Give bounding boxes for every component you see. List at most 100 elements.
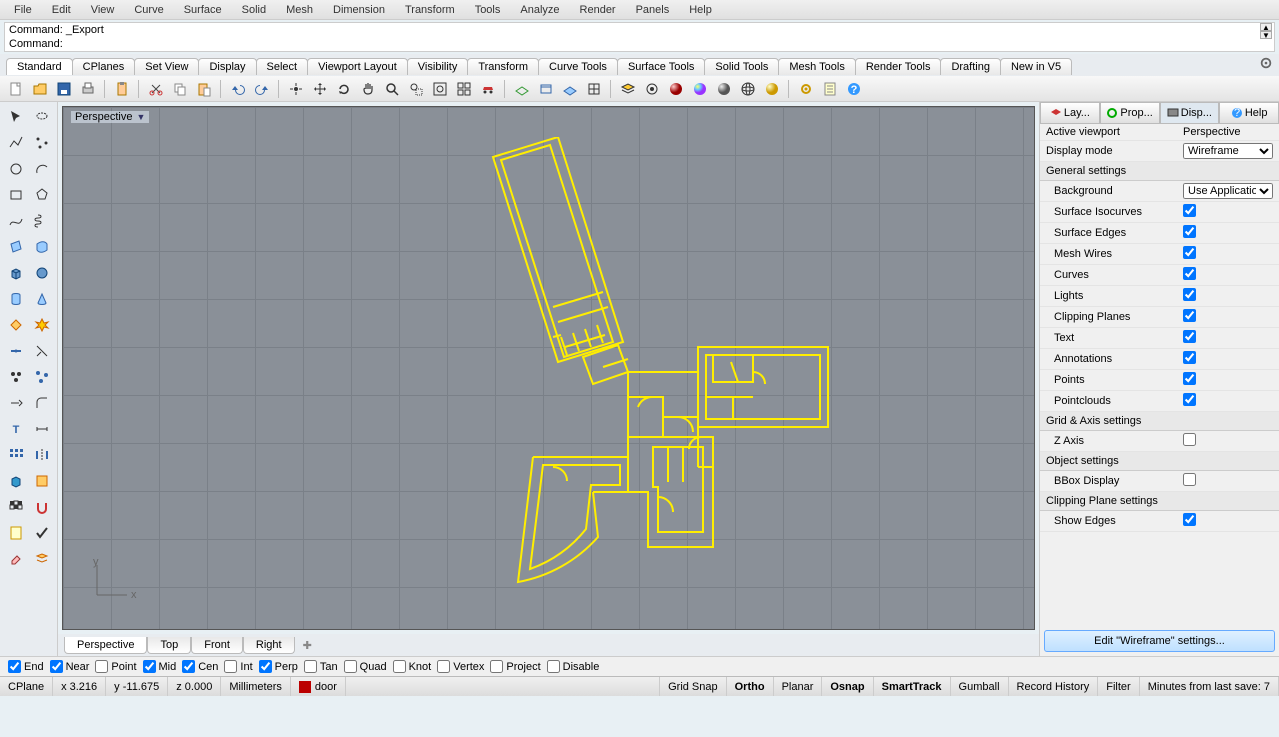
viewport-tab-right[interactable]: Right [243,637,295,654]
pan-icon[interactable] [358,79,378,99]
menu-analyze[interactable]: Analyze [510,2,569,18]
background-select[interactable]: Use Application S... [1183,183,1273,199]
tab-drafting[interactable]: Drafting [940,58,1001,75]
annotations-checkbox[interactable] [1183,351,1196,364]
menu-curve[interactable]: Curve [124,2,173,18]
zoom-icon[interactable] [382,79,402,99]
panel-tab-properties[interactable]: Prop... [1100,102,1160,123]
menu-file[interactable]: File [4,2,42,18]
properties-icon[interactable] [820,79,840,99]
render-sphere-gray-icon[interactable] [714,79,734,99]
menu-solid[interactable]: Solid [232,2,276,18]
cut-icon[interactable] [146,79,166,99]
set-view-icon[interactable] [584,79,604,99]
render-icon[interactable] [5,470,27,492]
osnap-project[interactable] [490,660,503,673]
menu-edit[interactable]: Edit [42,2,81,18]
status-units[interactable]: Millimeters [221,677,291,696]
render-sphere-red-icon[interactable] [666,79,686,99]
new-file-icon[interactable] [6,79,26,99]
status-record-history[interactable]: Record History [1009,677,1099,696]
status-ortho[interactable]: Ortho [727,677,774,696]
lasso-icon[interactable] [31,106,53,128]
status-filter[interactable]: Filter [1098,677,1139,696]
edit-wireframe-settings-button[interactable]: Edit "Wireframe" settings... [1044,630,1275,652]
tab-cplanes[interactable]: CPlanes [72,58,136,75]
command-scroll-down-icon[interactable]: ▼ [1260,31,1272,39]
osnap-cen[interactable] [182,660,195,673]
dimension-icon[interactable] [31,418,53,440]
viewport-title[interactable]: Perspective▼ [71,111,149,123]
points-checkbox[interactable] [1183,372,1196,385]
move-icon[interactable] [310,79,330,99]
toolbar-options-gear-icon[interactable] [1259,56,1273,70]
tab-meshtools[interactable]: Mesh Tools [778,58,855,75]
status-gumball[interactable]: Gumball [951,677,1009,696]
rotate-icon[interactable] [334,79,354,99]
tab-setview[interactable]: Set View [134,58,199,75]
fillet-icon[interactable] [31,392,53,414]
mesh-wires-checkbox[interactable] [1183,246,1196,259]
polygon-icon[interactable] [31,184,53,206]
extend-icon[interactable] [5,392,27,414]
display-mode-select[interactable]: Wireframe [1183,143,1273,159]
menu-tools[interactable]: Tools [465,2,511,18]
status-planar[interactable]: Planar [774,677,823,696]
osnap-mid[interactable] [143,660,156,673]
pointer-icon[interactable] [5,106,27,128]
notes-icon[interactable] [5,522,27,544]
copy-icon[interactable] [170,79,190,99]
status-gridsnap[interactable]: Grid Snap [660,677,727,696]
tab-transform[interactable]: Transform [467,58,539,75]
command-scroll-up-icon[interactable]: ▲ [1260,23,1272,31]
status-osnap[interactable]: Osnap [822,677,873,696]
undo-icon[interactable] [228,79,248,99]
render-sphere-rainbow-icon[interactable] [690,79,710,99]
surface-corner-icon[interactable] [5,236,27,258]
layer-state-icon[interactable] [31,548,53,570]
select-point-icon[interactable] [286,79,306,99]
z-axis-checkbox[interactable] [1183,433,1196,446]
paste-icon[interactable] [194,79,214,99]
menu-transform[interactable]: Transform [395,2,465,18]
osnap-tan[interactable] [304,660,317,673]
tab-surfacetools[interactable]: Surface Tools [617,58,705,75]
mirror-icon[interactable] [31,444,53,466]
eraser-icon[interactable] [5,548,27,570]
trim-icon[interactable] [31,340,53,362]
pointclouds-checkbox[interactable] [1183,393,1196,406]
snap-icon[interactable] [31,496,53,518]
tab-newinv5[interactable]: New in V5 [1000,58,1072,75]
tab-display[interactable]: Display [198,58,256,75]
array-icon[interactable] [5,444,27,466]
redo-icon[interactable] [252,79,272,99]
viewport[interactable]: Perspective▼ xy [62,106,1035,630]
osnap-knot[interactable] [393,660,406,673]
point-icon[interactable] [31,132,53,154]
surface-edges-checkbox[interactable] [1183,225,1196,238]
helix-icon[interactable] [31,210,53,232]
surface-edge-icon[interactable] [31,236,53,258]
zoom-extents-icon[interactable] [430,79,450,99]
tab-curvetools[interactable]: Curve Tools [538,58,618,75]
join-icon[interactable] [5,340,27,362]
circle-icon[interactable] [5,158,27,180]
viewport-tab-front[interactable]: Front [191,637,243,654]
show-edges-checkbox[interactable] [1183,513,1196,526]
osnap-point[interactable] [95,660,108,673]
panel-tab-help[interactable]: ?Help [1219,102,1279,123]
save-file-icon[interactable] [54,79,74,99]
tab-rendertools[interactable]: Render Tools [855,58,942,75]
tab-select[interactable]: Select [256,58,309,75]
render-sphere-wire-icon[interactable] [738,79,758,99]
clipping-planes-checkbox[interactable] [1183,309,1196,322]
zoom-window-icon[interactable] [406,79,426,99]
sphere-solid-icon[interactable] [31,262,53,284]
four-viewport-icon[interactable] [454,79,474,99]
osnap-perp[interactable] [259,660,272,673]
osnap-int[interactable] [224,660,237,673]
tab-solidtools[interactable]: Solid Tools [704,58,779,75]
cylinder-icon[interactable] [5,288,27,310]
status-layer[interactable]: door [291,677,346,696]
freeform-curve-icon[interactable] [5,210,27,232]
